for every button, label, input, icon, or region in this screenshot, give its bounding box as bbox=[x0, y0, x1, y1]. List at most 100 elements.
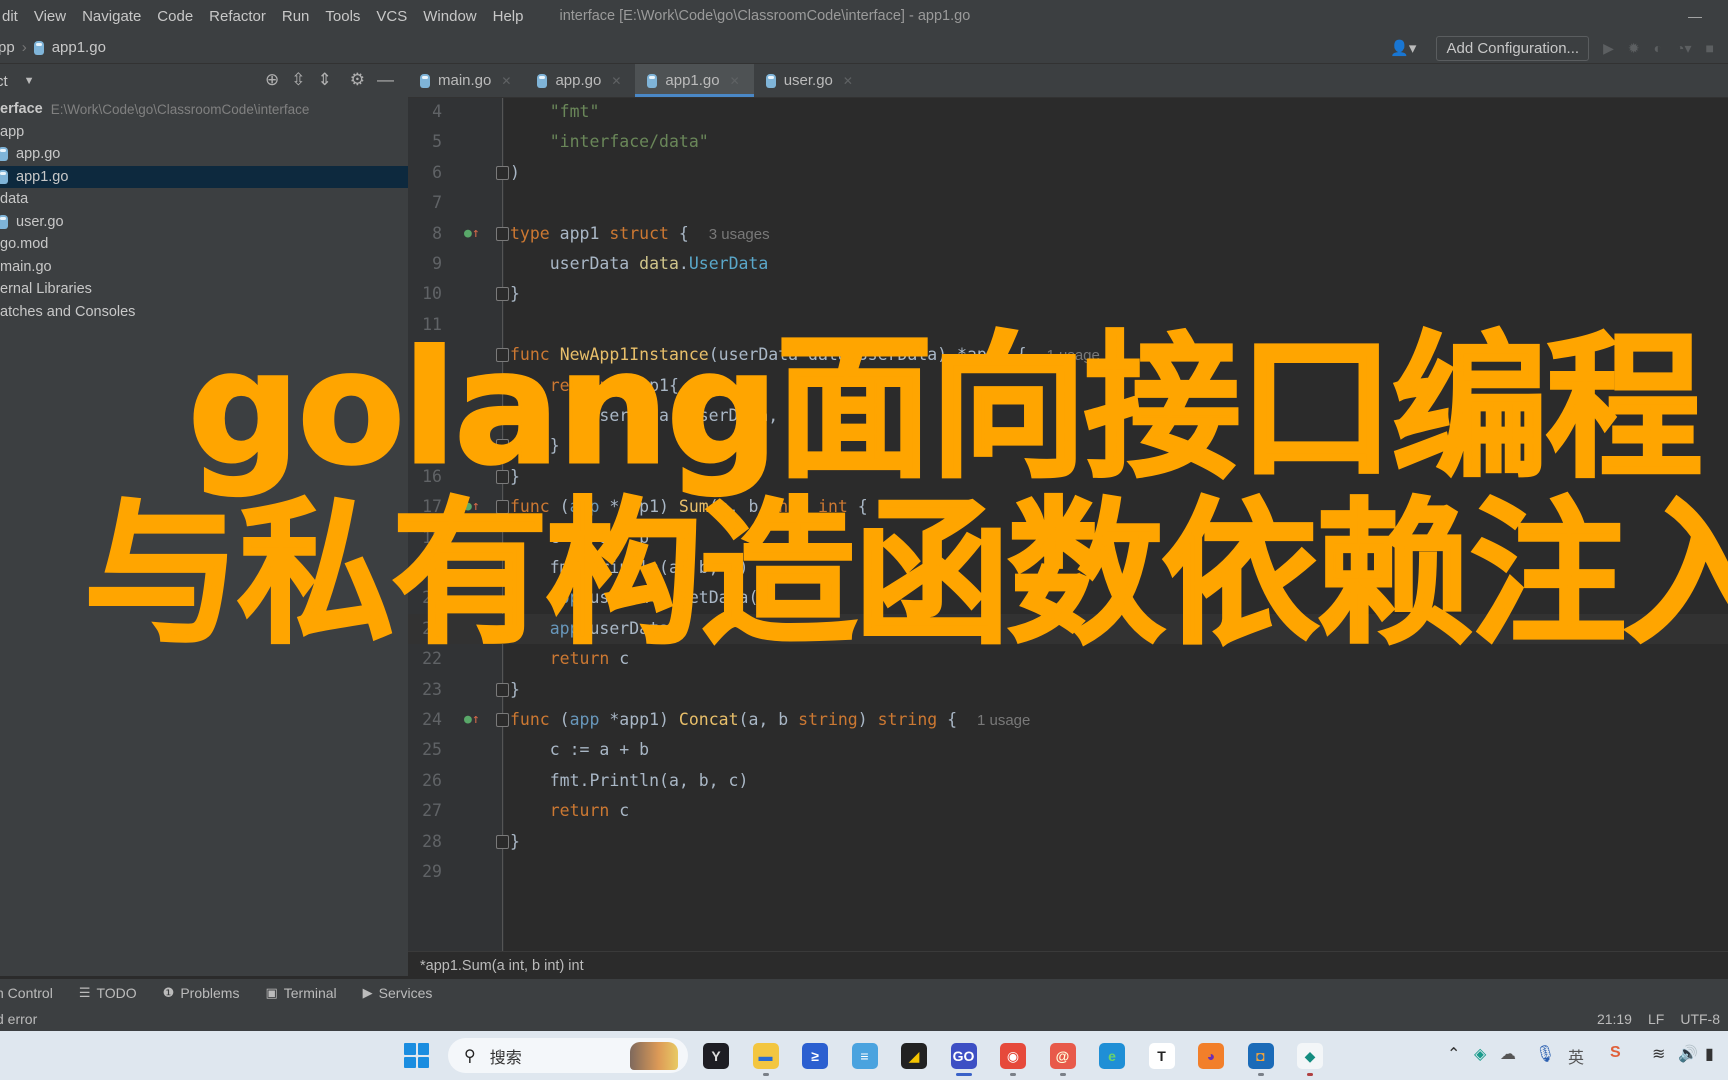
tree-item[interactable]: data bbox=[0, 188, 408, 211]
firefox-icon[interactable]: ◕ bbox=[1198, 1043, 1224, 1069]
menu-refactor[interactable]: Refactor bbox=[201, 8, 274, 25]
tree-item[interactable]: app.go bbox=[0, 143, 408, 166]
wifi-icon[interactable]: ≋ bbox=[1652, 1044, 1665, 1064]
code-line[interactable]: 12 func NewApp1Instance(userData data.Use… bbox=[408, 340, 1728, 370]
close-icon[interactable]: ✕ bbox=[501, 74, 511, 88]
tool-todo[interactable]: ☰ TODO bbox=[79, 985, 137, 1001]
code-line[interactable]: 18 c := a + b bbox=[408, 523, 1728, 553]
code-line[interactable]: 28} bbox=[408, 827, 1728, 857]
powershell-icon[interactable]: ≥ bbox=[802, 1043, 828, 1069]
menu-code[interactable]: Code bbox=[149, 8, 201, 25]
menu-run[interactable]: Run bbox=[274, 8, 318, 25]
locate-icon[interactable]: ⊕ bbox=[265, 70, 279, 90]
gear-icon[interactable]: ⚙ bbox=[350, 70, 365, 90]
code-line[interactable]: 19 fmt.Println(a, b, c) bbox=[408, 553, 1728, 583]
breadcrumb-folder[interactable]: pp bbox=[0, 39, 15, 56]
status-message[interactable]: d error bbox=[0, 1011, 37, 1027]
taskbar-search[interactable]: ⚲ 搜索 bbox=[448, 1038, 688, 1073]
editor-tab[interactable]: user.go ✕ bbox=[754, 64, 867, 97]
chevron-up-icon[interactable]: ⌃ bbox=[1447, 1044, 1460, 1064]
close-icon[interactable]: ✕ bbox=[730, 74, 740, 88]
code-line[interactable]: 4 "fmt" bbox=[408, 98, 1728, 127]
cloud-icon[interactable]: ☁ bbox=[1500, 1044, 1516, 1064]
fold-icon[interactable] bbox=[496, 348, 509, 363]
fold-icon[interactable] bbox=[496, 226, 509, 241]
tree-item[interactable]: app bbox=[0, 121, 408, 144]
tree-item[interactable]: main.go bbox=[0, 256, 408, 279]
breadcrumb-file[interactable]: app1.go bbox=[52, 39, 106, 56]
stop-icon[interactable]: ■ bbox=[1706, 40, 1714, 56]
fold-icon[interactable] bbox=[496, 713, 509, 727]
devtool-icon[interactable]: ◆ bbox=[1297, 1043, 1323, 1069]
code-line[interactable]: 22 return c bbox=[408, 644, 1728, 674]
microphone-icon[interactable]: 🎙 bbox=[1535, 1044, 1555, 1064]
project-view-selector[interactable]: ct bbox=[0, 73, 8, 90]
tool-version-control[interactable]: n Control bbox=[0, 985, 53, 1001]
minimize-button[interactable]: — bbox=[1688, 8, 1702, 24]
code-line[interactable]: 27 return c bbox=[408, 796, 1728, 826]
close-icon[interactable]: ✕ bbox=[843, 74, 853, 88]
code-line[interactable]: 20 app.userData.GetData() bbox=[408, 583, 1728, 613]
debug-icon[interactable]: ✹ bbox=[1628, 40, 1640, 57]
code-line[interactable]: 25 c := a + b bbox=[408, 735, 1728, 765]
code-line[interactable]: 26 fmt.Println(a, b, c) bbox=[408, 766, 1728, 796]
ime-indicator[interactable]: 英 bbox=[1568, 1044, 1584, 1068]
tool-problems[interactable]: ❶ Problems bbox=[163, 985, 240, 1001]
menu-vcs[interactable]: VCS bbox=[368, 8, 415, 25]
collapse-all-icon[interactable]: ⇕ bbox=[318, 70, 332, 90]
fold-icon[interactable] bbox=[496, 834, 509, 849]
tool-terminal[interactable]: ▣ Terminal bbox=[265, 985, 336, 1001]
edge-icon[interactable]: e bbox=[1099, 1043, 1125, 1069]
virtualbox-icon[interactable]: ◘ bbox=[1247, 1043, 1274, 1069]
terminal-app-icon[interactable]: Y bbox=[703, 1043, 729, 1069]
implements-icon[interactable]: ●↑ bbox=[464, 219, 480, 249]
code-line[interactable]: 17 ●↑ func (app *app1) Sum(a, b int) int {… bbox=[408, 492, 1728, 522]
code-line[interactable]: 23} bbox=[408, 675, 1728, 705]
menu-window[interactable]: Window bbox=[415, 8, 484, 25]
fold-icon[interactable] bbox=[496, 682, 509, 697]
code-line[interactable]: 29 bbox=[408, 857, 1728, 887]
code-line[interactable]: 16} bbox=[408, 462, 1728, 492]
implements-icon[interactable]: ●↑ bbox=[464, 492, 480, 522]
expand-all-icon[interactable]: ⇳ bbox=[291, 70, 305, 90]
code-line[interactable]: 24 ●↑ func (app *app1) Concat(a, b string)… bbox=[408, 705, 1728, 735]
file-explorer-icon[interactable]: ▬ bbox=[752, 1043, 779, 1069]
code-line[interactable]: 13 return &app1{ bbox=[408, 371, 1728, 401]
code-line[interactable]: 5 "interface/data" bbox=[408, 127, 1728, 157]
implements-icon[interactable]: ●↑ bbox=[464, 705, 480, 735]
caret-position[interactable]: 21:19 bbox=[1597, 1011, 1632, 1027]
sync-tray-icon[interactable]: ◈ bbox=[1474, 1044, 1486, 1064]
battery-icon[interactable]: ▮ bbox=[1705, 1044, 1714, 1064]
editor-tab[interactable]: main.go ✕ bbox=[408, 64, 525, 97]
windows-start-icon[interactable] bbox=[404, 1043, 429, 1068]
code-editor[interactable]: 4 "fmt" 5 "interface/data" 6) 7 8 ●↑ type app1… bbox=[408, 98, 1728, 951]
fold-icon[interactable] bbox=[496, 165, 509, 180]
tree-item[interactable]: go.mod bbox=[0, 233, 408, 256]
editor-tab[interactable]: app.go ✕ bbox=[525, 64, 635, 97]
code-line[interactable]: 10} bbox=[408, 279, 1728, 309]
tree-item[interactable]: user.go bbox=[0, 211, 408, 234]
file-encoding[interactable]: UTF-8 bbox=[1680, 1011, 1720, 1027]
editor-breadcrumb[interactable]: *app1.Sum(a int, b int) int bbox=[408, 951, 1728, 979]
run-icon[interactable]: ▶ bbox=[1603, 40, 1614, 57]
user-icon[interactable]: 👤▾ bbox=[1390, 39, 1416, 57]
close-icon[interactable]: ✕ bbox=[611, 74, 621, 88]
coverage-icon[interactable]: ◐ bbox=[1654, 40, 1662, 56]
chrome-icon[interactable]: ◉ bbox=[1000, 1043, 1026, 1069]
notepad-icon[interactable]: ≡ bbox=[851, 1043, 878, 1069]
fold-icon[interactable] bbox=[496, 439, 509, 454]
fold-icon[interactable] bbox=[496, 378, 509, 393]
tree-item[interactable]: erface E:\Work\Code\go\ClassroomCode\inte… bbox=[0, 98, 408, 121]
add-configuration-button[interactable]: Add Configuration... bbox=[1436, 35, 1590, 61]
profile-icon[interactable]: ◔▾ bbox=[1676, 40, 1691, 57]
code-line[interactable]: 14 userData: userData, bbox=[408, 401, 1728, 431]
app-swirl-icon[interactable]: @ bbox=[1049, 1043, 1076, 1069]
tree-item[interactable]: ernal Libraries bbox=[0, 278, 408, 301]
fold-icon[interactable] bbox=[496, 469, 509, 484]
code-line[interactable]: 7 bbox=[408, 188, 1728, 218]
code-line[interactable]: 6) bbox=[408, 158, 1728, 188]
tree-item[interactable]: atches and Consoles bbox=[0, 301, 408, 324]
fold-icon[interactable] bbox=[496, 500, 509, 515]
goland-icon[interactable]: GO bbox=[950, 1043, 977, 1069]
sogou-icon[interactable]: S bbox=[1610, 1044, 1621, 1062]
